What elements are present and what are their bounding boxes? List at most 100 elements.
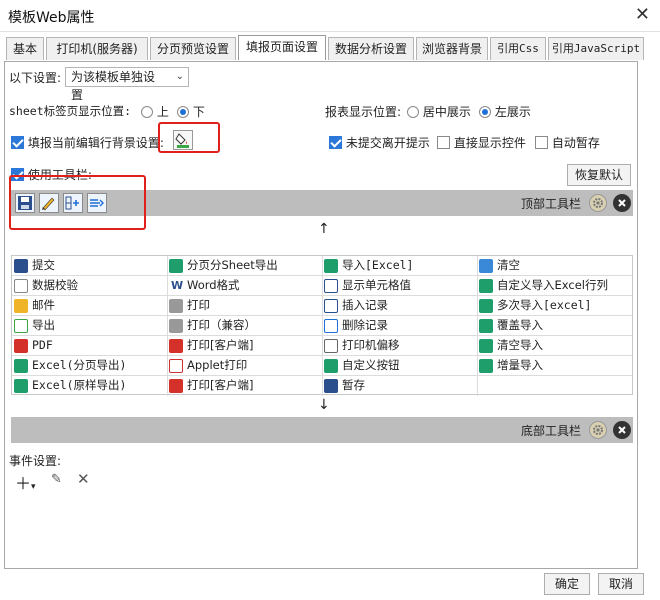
grid-item-label: 邮件 [32, 298, 55, 312]
grid-item-label: 显示单元格值 [342, 278, 411, 292]
report-pos-left-option[interactable]: 左展示 [479, 103, 531, 120]
ok-button[interactable]: 确定 [544, 573, 590, 595]
grid-item-import-excel[interactable]: 导入[Excel] [322, 256, 413, 276]
grid-item-label: 分页分Sheet导出 [187, 258, 278, 272]
fill-bg-checkbox[interactable] [11, 136, 24, 149]
move-up-arrow-icon[interactable]: ↑ [318, 221, 330, 237]
grid-item-multi-import[interactable]: 多次导入[excel] [477, 296, 591, 316]
tab-fill-page[interactable]: 填报页面设置 [238, 35, 326, 60]
dialog-footer: 确定 取消 [0, 569, 660, 600]
grid-row: Excel(原样导出) 打印[客户端] 暂存 [12, 376, 632, 396]
grid-item-label: 插入记录 [342, 298, 388, 312]
save-icon [14, 259, 28, 273]
grid-item-label: 打印[客户端] [187, 378, 254, 392]
fill-bg-option[interactable]: 填报当前编辑行背景设置: [11, 134, 164, 151]
grid-item-custom-button[interactable]: 自定义按钮 [322, 356, 400, 376]
grid-item-applet-print[interactable]: Applet打印 [167, 356, 247, 376]
close-icon[interactable] [613, 421, 631, 439]
grid-item-email[interactable]: 邮件 [12, 296, 55, 316]
grid-item-print-compat[interactable]: 打印（兼容） [167, 316, 256, 336]
grid-item-show-cell[interactable]: 显示单元格值 [322, 276, 411, 296]
grid-item-delete-record[interactable]: 删除记录 [322, 316, 388, 336]
grid-item-submit[interactable]: 提交 [12, 256, 55, 276]
pdf-icon [169, 379, 183, 393]
gear-icon[interactable] [589, 421, 607, 439]
scope-value: 为该模板单独设置 [71, 70, 156, 102]
report-pos-left-radio[interactable] [479, 106, 491, 118]
grid-item-excel-original[interactable]: Excel(原样导出) [12, 376, 126, 396]
move-down-arrow-icon[interactable]: ↓ [318, 397, 330, 413]
sheet-position-label: sheet标签页显示位置: [9, 104, 132, 118]
delete-icon[interactable]: ✕ [77, 470, 90, 488]
restore-default-button[interactable]: 恢复默认 [567, 164, 631, 186]
sheet-pos-top-radio[interactable] [141, 106, 153, 118]
grid-item-overwrite-import[interactable]: 覆盖导入 [477, 316, 543, 336]
grid-item-print[interactable]: 打印 [167, 296, 210, 316]
grid-item-label: 覆盖导入 [497, 318, 543, 332]
grid-item-printer-offset[interactable]: 打印机偏移 [322, 336, 400, 356]
settings-panel: 以下设置: 为该模板单独设置 ⌄ sheet标签页显示位置: 上 下 报表显示位… [4, 61, 638, 569]
report-pos-center-radio[interactable] [407, 106, 419, 118]
fill-bg-label: 填报当前编辑行背景设置: [27, 136, 164, 150]
grid-item-label: 自定义按钮 [342, 358, 400, 372]
tab-page-preview[interactable]: 分页预览设置 [150, 37, 236, 60]
grid-item-insert-record[interactable]: 插入记录 [322, 296, 388, 316]
grid-item-pdf[interactable]: PDF [12, 336, 53, 356]
cancel-button[interactable]: 取消 [598, 573, 644, 595]
grid-item-clear[interactable]: 清空 [477, 256, 520, 276]
excel-icon [14, 379, 28, 393]
tab-printer-server[interactable]: 打印机(服务器) [46, 37, 148, 60]
autosave-option[interactable]: 自动暂存 [535, 134, 600, 151]
grid-item-export-sheet[interactable]: 分页分Sheet导出 [167, 256, 278, 276]
grid-item-increment-import[interactable]: 增量导入 [477, 356, 543, 376]
grid-item-excel-paged[interactable]: Excel(分页导出) [12, 356, 126, 376]
grid-item-label: 清空导入 [497, 338, 543, 352]
sheet-pos-top-label: 上 [156, 105, 169, 119]
grid-item-label: Excel(原样导出) [32, 378, 127, 392]
grid-item-temp-save[interactable]: 暂存 [322, 376, 365, 396]
grid-item-print-client[interactable]: 打印[客户端] [167, 336, 253, 356]
tab-basic[interactable]: 基本 [6, 37, 44, 60]
unsubmitted-option[interactable]: 未提交离开提示 [329, 134, 430, 151]
sheet-pos-top-option[interactable]: 上 [141, 103, 169, 120]
sheet-pos-bottom-radio[interactable] [177, 106, 189, 118]
sheet-pos-bottom-option[interactable]: 下 [177, 103, 205, 120]
pencil-icon[interactable]: ✎ [51, 472, 62, 487]
grid-item-validate[interactable]: 数据校验 [12, 276, 78, 296]
grid-item-custom-import[interactable]: 自定义导入Excel行列 [477, 276, 608, 296]
sheet-pos-bottom-label: 下 [192, 105, 205, 119]
unsubmitted-checkbox[interactable] [329, 136, 342, 149]
gear-icon[interactable] [589, 194, 607, 212]
save-icon [324, 379, 338, 393]
tab-css[interactable]: 引用Css [490, 37, 546, 60]
grid-item-export[interactable]: 导出 [12, 316, 55, 336]
grid-item-label: 打印[客户端] [187, 338, 254, 352]
grid-item-label: 导入[Excel] [342, 258, 414, 272]
tab-browser-bg[interactable]: 浏览器背景 [416, 37, 488, 60]
grid-item-label: Applet打印 [187, 358, 248, 372]
grid-item-label: 多次导入[excel] [497, 298, 592, 312]
report-pos-center-option[interactable]: 居中展示 [407, 103, 471, 120]
applet-icon [169, 359, 183, 373]
autosave-checkbox[interactable] [535, 136, 548, 149]
excel-icon [324, 359, 338, 373]
grid-item-label: 打印 [187, 298, 210, 312]
grid-item-clear-import[interactable]: 清空导入 [477, 336, 543, 356]
direct-show-checkbox[interactable] [437, 136, 450, 149]
grid-item-label: 删除记录 [342, 318, 388, 332]
word-icon: W [169, 279, 184, 293]
mail-icon [14, 299, 28, 313]
close-icon[interactable] [613, 194, 631, 212]
excel-icon [479, 279, 493, 293]
add-icon[interactable]: ＋▾ [15, 470, 36, 494]
grid-item-word[interactable]: W Word格式 [167, 276, 240, 296]
tab-javascript[interactable]: 引用JavaScript [548, 37, 644, 60]
grid-item-label: 暂存 [342, 378, 365, 392]
scope-select[interactable]: 为该模板单独设置 ⌄ [65, 67, 189, 102]
tab-data-analysis[interactable]: 数据分析设置 [328, 37, 414, 60]
direct-show-option[interactable]: 直接显示控件 [437, 134, 526, 151]
grid-item-print-client-2[interactable]: 打印[客户端] [167, 376, 253, 396]
excel-icon [479, 339, 493, 353]
excel-icon [14, 359, 28, 373]
close-icon[interactable]: ✕ [635, 4, 650, 25]
